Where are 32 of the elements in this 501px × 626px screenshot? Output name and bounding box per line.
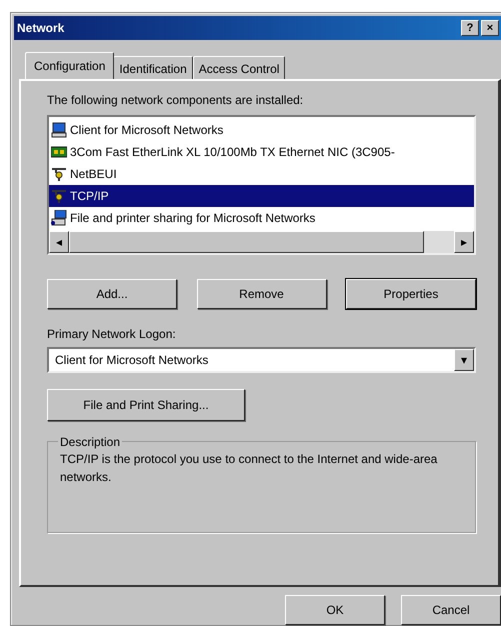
component-item[interactable]: NetBEUI	[49, 163, 474, 185]
logon-label: Primary Network Logon:	[47, 326, 177, 343]
logon-value: Client for Microsoft Networks	[55, 352, 210, 369]
component-button[interactable]: Remove	[196, 279, 326, 309]
protocol-icon	[51, 188, 67, 204]
component-button[interactable]: Add...	[47, 279, 177, 309]
components-label: The following network components are installed:	[47, 92, 304, 109]
component-button[interactable]: Properties	[346, 279, 476, 309]
tab[interactable]: Identification	[113, 56, 193, 79]
scroll-thumb[interactable]	[69, 231, 424, 253]
computer-printer-icon	[51, 210, 67, 226]
horizontal-scrollbar[interactable]: ◂ ▸	[49, 231, 474, 253]
dropdown-arrow-button[interactable]: ▾	[454, 349, 474, 371]
help-button[interactable]: ?	[461, 20, 479, 36]
description-text: TCP/IP is the protocol you use to connect to the Internet and wide-area networks.	[60, 451, 438, 486]
protocol-icon	[51, 166, 67, 182]
component-item[interactable]: TCP/IP	[49, 185, 474, 207]
computer-icon	[51, 122, 67, 138]
file-print-sharing-button[interactable]: File and Print Sharing...	[47, 389, 245, 421]
component-item[interactable]: 3Com Fast EtherLink XL 10/100Mb TX Ethernet NIC (3C905-	[49, 141, 474, 163]
window-title: Network	[17, 20, 64, 37]
logon-dropdown[interactable]: Client for Microsoft Networks ▾	[47, 347, 476, 373]
tab[interactable]: Configuration	[25, 52, 114, 79]
scroll-left-button[interactable]: ◂	[49, 231, 69, 253]
component-item[interactable]: Client for Microsoft Networks	[49, 119, 474, 141]
network-card-icon	[51, 144, 67, 160]
component-item[interactable]: File and printer sharing for Microsoft Networks	[49, 207, 474, 229]
ok-button[interactable]: OK	[285, 595, 385, 625]
tab[interactable]: Access Control	[192, 56, 286, 79]
scroll-right-button[interactable]: ▸	[454, 231, 474, 253]
close-button[interactable]: ×	[481, 20, 499, 36]
cancel-button[interactable]: Cancel	[401, 595, 501, 625]
